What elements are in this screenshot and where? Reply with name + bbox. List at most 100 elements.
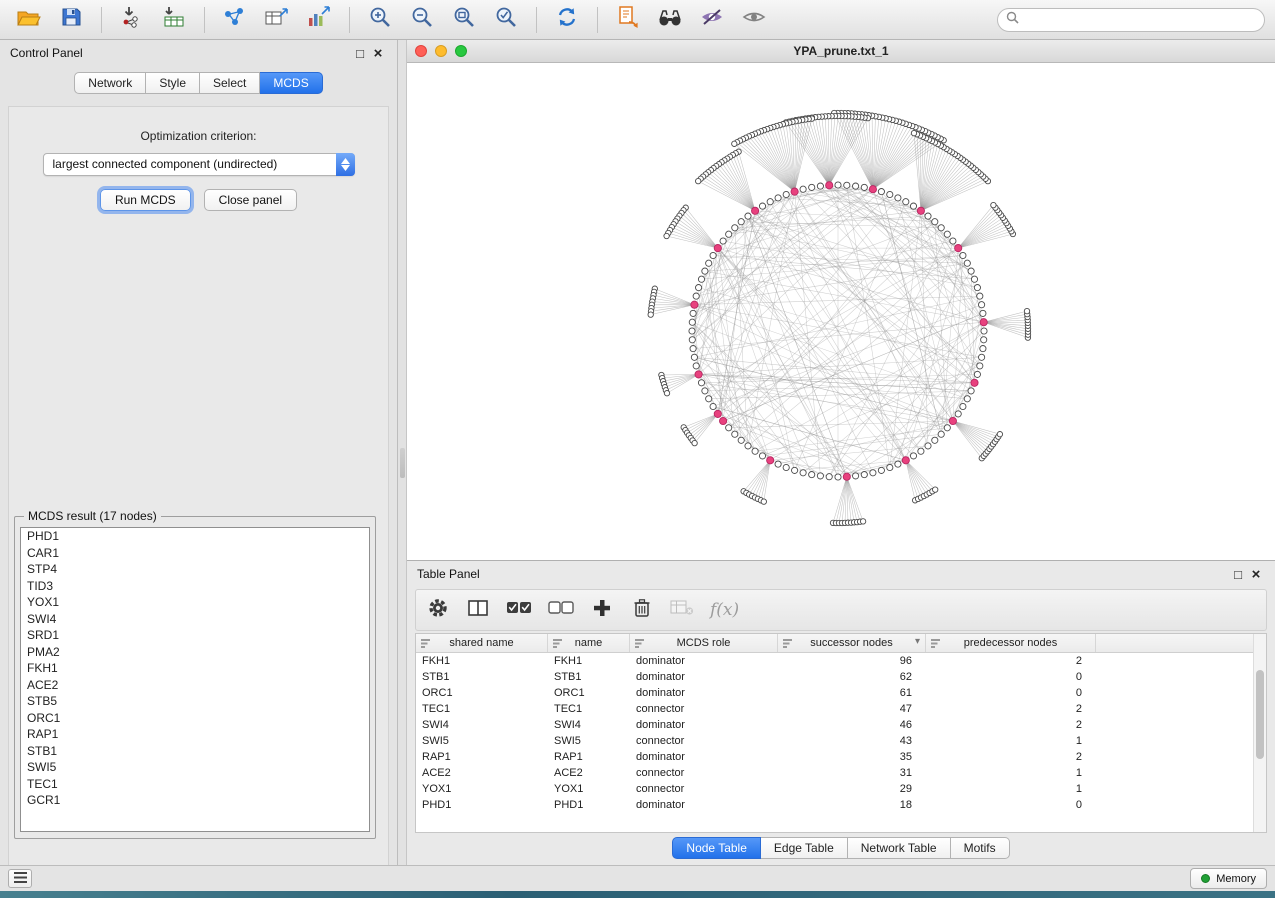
cell-shared-name: RAP1 [416, 749, 548, 765]
optimization-criterion-select[interactable]: largest connected component (undirected) [43, 153, 355, 176]
search-input[interactable] [1024, 13, 1256, 27]
table-row[interactable]: ORC1ORC1dominator610 [416, 685, 1266, 701]
cell-successor-nodes: 47 [778, 701, 926, 717]
hide-selected-button[interactable] [693, 4, 731, 36]
close-panel-button[interactable]: Close panel [204, 189, 297, 211]
cell-name: FKH1 [548, 653, 630, 669]
table-row[interactable]: PHD1PHD1dominator180 [416, 797, 1266, 813]
tab-mcds[interactable]: MCDS [260, 72, 322, 94]
cell-successor-nodes: 43 [778, 733, 926, 749]
find-button[interactable] [651, 4, 689, 36]
network-canvas[interactable] [407, 63, 1275, 560]
select-all-button[interactable] [506, 596, 532, 624]
tab-edge-table[interactable]: Edge Table [761, 837, 848, 859]
add-column-button[interactable] [590, 596, 614, 624]
mcds-result-item[interactable]: CAR1 [21, 545, 369, 562]
mcds-result-item[interactable]: RAP1 [21, 726, 369, 743]
mcds-result-item[interactable]: STB1 [21, 743, 369, 760]
mcds-result-list[interactable]: PHD1CAR1STP4TID3YOX1SWI4SRD1PMA2FKH1ACE2… [20, 527, 370, 832]
table-row[interactable]: SWI4SWI4dominator462 [416, 717, 1266, 733]
export-image-button[interactable] [300, 4, 338, 36]
zoom-fit-button[interactable] [445, 4, 483, 36]
mcds-result-item[interactable]: SWI5 [21, 759, 369, 776]
tab-node-table[interactable]: Node Table [672, 837, 761, 859]
save-session-button[interactable] [52, 4, 90, 36]
column-header-mcds-role[interactable]: MCDS role [630, 634, 778, 652]
memory-button[interactable]: Memory [1190, 868, 1267, 889]
close-table-panel-icon[interactable]: × [1247, 566, 1265, 583]
export-image-icon [306, 5, 332, 34]
zoom-selected-button[interactable] [487, 4, 525, 36]
maximize-window-icon[interactable] [455, 45, 467, 57]
network-view-window: YPA_prune.txt_1 [407, 40, 1275, 560]
mcds-result-item[interactable]: FKH1 [21, 660, 369, 677]
tab-network[interactable]: Network [74, 72, 146, 94]
global-search[interactable] [997, 8, 1265, 32]
cell-predecessor-nodes: 0 [926, 685, 1096, 701]
table-settings-button[interactable] [426, 596, 450, 624]
network-graph[interactable] [407, 63, 1275, 560]
column-header-successor-nodes[interactable]: successor nodes ▾ [778, 634, 926, 652]
tab-select[interactable]: Select [200, 72, 260, 94]
node-table: shared name name MCDS role successor nod… [415, 633, 1267, 833]
mcds-result-item[interactable]: PHD1 [21, 528, 369, 545]
mcds-result-item[interactable]: SWI4 [21, 611, 369, 628]
tab-network-table[interactable]: Network Table [848, 837, 951, 859]
column-header-predecessor-nodes[interactable]: predecessor nodes [926, 634, 1096, 652]
table-row[interactable]: SWI5SWI5connector431 [416, 733, 1266, 749]
column-header-name[interactable]: name [548, 634, 630, 652]
table-row[interactable]: STB1STB1dominator620 [416, 669, 1266, 685]
show-all-button[interactable] [735, 4, 773, 36]
delete-column-button[interactable] [630, 596, 654, 624]
deselect-all-button[interactable] [548, 596, 574, 624]
splitter-grip[interactable] [400, 448, 405, 478]
task-history-button[interactable] [8, 869, 32, 888]
tab-style[interactable]: Style [146, 72, 200, 94]
network-title: YPA_prune.txt_1 [407, 44, 1275, 58]
table-row[interactable]: TEC1TEC1connector472 [416, 701, 1266, 717]
close-window-icon[interactable] [415, 45, 427, 57]
run-mcds-button[interactable]: Run MCDS [100, 189, 191, 211]
vertical-splitter[interactable] [398, 40, 407, 865]
open-session-button[interactable] [10, 4, 48, 36]
deselect-all-icon [548, 599, 574, 622]
mcds-result-item[interactable]: TEC1 [21, 776, 369, 793]
import-network-button[interactable] [113, 4, 151, 36]
show-columns-button[interactable] [466, 596, 490, 624]
cell-successor-nodes: 46 [778, 717, 926, 733]
column-header-shared-name[interactable]: shared name [416, 634, 548, 652]
float-panel-icon[interactable]: □ [351, 46, 369, 61]
zoom-out-button[interactable] [403, 4, 441, 36]
table-scrollbar[interactable] [1253, 634, 1266, 832]
table-row[interactable]: ACE2ACE2connector311 [416, 765, 1266, 781]
minimize-window-icon[interactable] [435, 45, 447, 57]
mcds-result-item[interactable]: TID3 [21, 578, 369, 595]
mcds-result-item[interactable]: ACE2 [21, 677, 369, 694]
table-row[interactable]: FKH1FKH1dominator962 [416, 653, 1266, 669]
zoom-in-button[interactable] [361, 4, 399, 36]
scrollbar-thumb[interactable] [1256, 670, 1264, 759]
table-row[interactable]: RAP1RAP1dominator352 [416, 749, 1266, 765]
mcds-result-item[interactable]: PMA2 [21, 644, 369, 661]
export-network-button[interactable] [216, 4, 254, 36]
mcds-result-item[interactable]: YOX1 [21, 594, 369, 611]
mcds-result-item[interactable]: ORC1 [21, 710, 369, 727]
share-document-button[interactable] [609, 4, 647, 36]
cell-mcds-role: dominator [630, 797, 778, 813]
desktop-background [0, 891, 1275, 898]
sort-icon [553, 639, 562, 651]
eye-slash-icon [699, 6, 725, 33]
refresh-layout-button[interactable] [548, 4, 586, 36]
close-panel-icon[interactable]: × [369, 45, 387, 62]
export-table-button[interactable] [258, 4, 296, 36]
tab-motifs[interactable]: Motifs [951, 837, 1010, 859]
mcds-result-item[interactable]: GCR1 [21, 792, 369, 809]
cell-predecessor-nodes: 1 [926, 733, 1096, 749]
import-table-button[interactable] [155, 4, 193, 36]
float-table-panel-icon[interactable]: □ [1229, 567, 1247, 582]
mcds-result-item[interactable]: STB5 [21, 693, 369, 710]
table-row[interactable]: YOX1YOX1connector291 [416, 781, 1266, 797]
mcds-result-item[interactable]: SRD1 [21, 627, 369, 644]
chevron-down-icon[interactable]: ▾ [915, 636, 920, 647]
mcds-result-item[interactable]: STP4 [21, 561, 369, 578]
